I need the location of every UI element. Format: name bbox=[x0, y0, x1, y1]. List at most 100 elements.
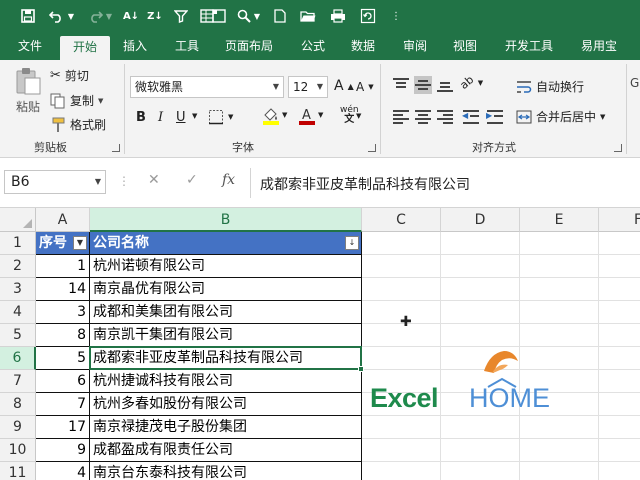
grid-cell[interactable] bbox=[441, 301, 520, 324]
row-header-4[interactable]: 4 bbox=[0, 301, 36, 324]
align-middle-icon[interactable] bbox=[414, 76, 432, 94]
tab-insert[interactable]: 插入 bbox=[112, 32, 158, 60]
wrap-text-button[interactable]: 自动换行 bbox=[516, 78, 584, 95]
chevron-down-icon[interactable]: ▼ bbox=[313, 77, 327, 97]
find-icon[interactable] bbox=[236, 5, 252, 27]
tab-easy-tool[interactable]: 易用宝 bbox=[570, 32, 628, 60]
grid-cell[interactable] bbox=[520, 301, 599, 324]
column-header-a[interactable]: A bbox=[36, 208, 90, 232]
grid-cell[interactable] bbox=[362, 462, 441, 480]
grid-cell[interactable] bbox=[441, 439, 520, 462]
decrease-indent-icon[interactable]: ◀ bbox=[462, 108, 480, 126]
enter-icon[interactable]: ✓ bbox=[186, 172, 198, 188]
copy-button[interactable]: 复制 ▼ bbox=[50, 92, 103, 109]
clipboard-dialog-launcher-icon[interactable] bbox=[112, 144, 120, 152]
tab-data[interactable]: 数据 bbox=[340, 32, 386, 60]
new-file-icon[interactable] bbox=[272, 5, 288, 27]
grid-cell[interactable] bbox=[441, 462, 520, 480]
filter-icon[interactable] bbox=[172, 5, 190, 27]
grid-cell[interactable] bbox=[362, 439, 441, 462]
table-header-cell[interactable]: 序号 ▼ bbox=[36, 232, 90, 255]
format-painter-button[interactable]: 格式刷 bbox=[50, 116, 106, 133]
underline-dropdown-icon[interactable]: ▼ bbox=[192, 112, 197, 120]
sort-descending-icon[interactable]: Z↓ bbox=[146, 5, 164, 27]
phonetic-dropdown-icon[interactable]: ▼ bbox=[356, 112, 361, 120]
save-icon[interactable] bbox=[18, 5, 38, 27]
tab-file[interactable]: 文件 bbox=[6, 32, 54, 60]
align-bottom-icon[interactable] bbox=[436, 76, 454, 94]
grid-cell[interactable] bbox=[599, 232, 640, 255]
filter-dropdown-icon[interactable]: ▼ bbox=[73, 236, 87, 250]
tab-review[interactable]: 审阅 bbox=[392, 32, 438, 60]
table-row-number-cell[interactable]: 6 bbox=[36, 370, 90, 393]
font-size-combo[interactable]: 12 ▼ bbox=[288, 76, 328, 98]
underline-button[interactable]: U bbox=[176, 110, 186, 125]
chevron-down-icon[interactable]: ▼ bbox=[600, 113, 605, 121]
sort-ascending-icon[interactable]: A↓ bbox=[122, 5, 140, 27]
shrink-font-button[interactable]: A ▼ bbox=[356, 80, 374, 94]
chevron-down-icon[interactable]: ▼ bbox=[318, 111, 323, 119]
column-header-f[interactable]: F bbox=[599, 208, 640, 232]
grid-cell[interactable] bbox=[362, 255, 441, 278]
align-right-icon[interactable] bbox=[436, 108, 454, 126]
table-row-number-cell[interactable]: 14 bbox=[36, 278, 90, 301]
grid-cell[interactable] bbox=[520, 439, 599, 462]
font-color-button[interactable]: A ▼ bbox=[298, 107, 323, 125]
font-name-combo[interactable]: 微软雅黑 ▼ bbox=[130, 76, 284, 98]
copy-dropdown-icon[interactable]: ▼ bbox=[98, 97, 103, 105]
table-row-number-cell[interactable]: 3 bbox=[36, 301, 90, 324]
bold-button[interactable]: B bbox=[136, 110, 146, 125]
table-row-number-cell[interactable]: 17 bbox=[36, 416, 90, 439]
table-row-number-cell[interactable]: 1 bbox=[36, 255, 90, 278]
open-folder-icon[interactable] bbox=[298, 5, 318, 27]
grid-cell[interactable] bbox=[599, 324, 640, 347]
pivot-icon[interactable] bbox=[210, 5, 228, 27]
row-header-1[interactable]: 1 bbox=[0, 232, 36, 255]
insert-function-icon[interactable]: fx bbox=[222, 172, 235, 188]
table-row-company-cell[interactable]: 杭州诺顿有限公司 bbox=[90, 255, 362, 278]
table-row-number-cell[interactable]: 7 bbox=[36, 393, 90, 416]
grid-cell[interactable] bbox=[599, 462, 640, 480]
table-row-number-cell[interactable]: 4 bbox=[36, 462, 90, 480]
table-row-company-cell[interactable]: 杭州捷诚科技有限公司 bbox=[90, 370, 362, 393]
undo-icon[interactable] bbox=[48, 5, 66, 27]
table-row-company-cell[interactable]: 南京晶优有限公司 bbox=[90, 278, 362, 301]
chevron-down-icon[interactable]: ▼ bbox=[282, 111, 287, 119]
column-header-c[interactable]: C bbox=[362, 208, 441, 232]
table-row-number-cell[interactable]: 9 bbox=[36, 439, 90, 462]
orientation-button[interactable]: ab ▼ bbox=[457, 73, 483, 92]
table-row-company-cell[interactable]: 成都盈成有限责任公司 bbox=[90, 439, 362, 462]
row-header-3[interactable]: 3 bbox=[0, 278, 36, 301]
number-format-icon[interactable]: G bbox=[630, 76, 639, 90]
cancel-icon[interactable]: ✕ bbox=[148, 172, 160, 188]
column-header-b[interactable]: B bbox=[90, 208, 362, 232]
chevron-down-icon[interactable]: ▼ bbox=[228, 113, 233, 121]
table-header-cell[interactable]: 公司名称 ↓ bbox=[90, 232, 362, 255]
tab-home[interactable]: 开始 bbox=[60, 36, 110, 60]
grid-cell[interactable] bbox=[599, 416, 640, 439]
redo-dropdown-icon[interactable]: ▼ bbox=[104, 5, 114, 27]
formula-input[interactable]: 成都索非亚皮革制品科技有限公司 bbox=[260, 174, 470, 194]
table-row-company-cell[interactable]: 杭州多春如股份有限公司 bbox=[90, 393, 362, 416]
grid-cell[interactable] bbox=[599, 439, 640, 462]
grid-cell[interactable] bbox=[599, 347, 640, 370]
grid-cell[interactable] bbox=[599, 370, 640, 393]
formula-bar-grip-icon[interactable]: ⋮ bbox=[118, 174, 130, 188]
align-center-icon[interactable] bbox=[414, 108, 432, 126]
table-row-company-cell[interactable]: 成都和美集团有限公司 bbox=[90, 301, 362, 324]
grid-cell[interactable] bbox=[599, 278, 640, 301]
italic-button[interactable]: I bbox=[158, 110, 163, 125]
grid-cell[interactable] bbox=[599, 393, 640, 416]
align-left-icon[interactable] bbox=[392, 108, 410, 126]
row-header-10[interactable]: 10 bbox=[0, 439, 36, 462]
grid-cell[interactable] bbox=[599, 255, 640, 278]
tab-developer[interactable]: 开发工具 bbox=[496, 32, 562, 60]
table-row-number-cell[interactable]: 8 bbox=[36, 324, 90, 347]
customize-qat-icon[interactable]: ⋮ bbox=[390, 5, 402, 27]
select-all-button[interactable] bbox=[0, 208, 36, 232]
tab-page-layout[interactable]: 页面布局 bbox=[216, 32, 282, 60]
table-row-company-cell[interactable]: 南京凯干集团有限公司 bbox=[90, 324, 362, 347]
fill-color-button[interactable]: ▼ bbox=[262, 107, 287, 125]
grid-cell[interactable] bbox=[520, 462, 599, 480]
undo-dropdown-icon[interactable]: ▼ bbox=[66, 5, 76, 27]
